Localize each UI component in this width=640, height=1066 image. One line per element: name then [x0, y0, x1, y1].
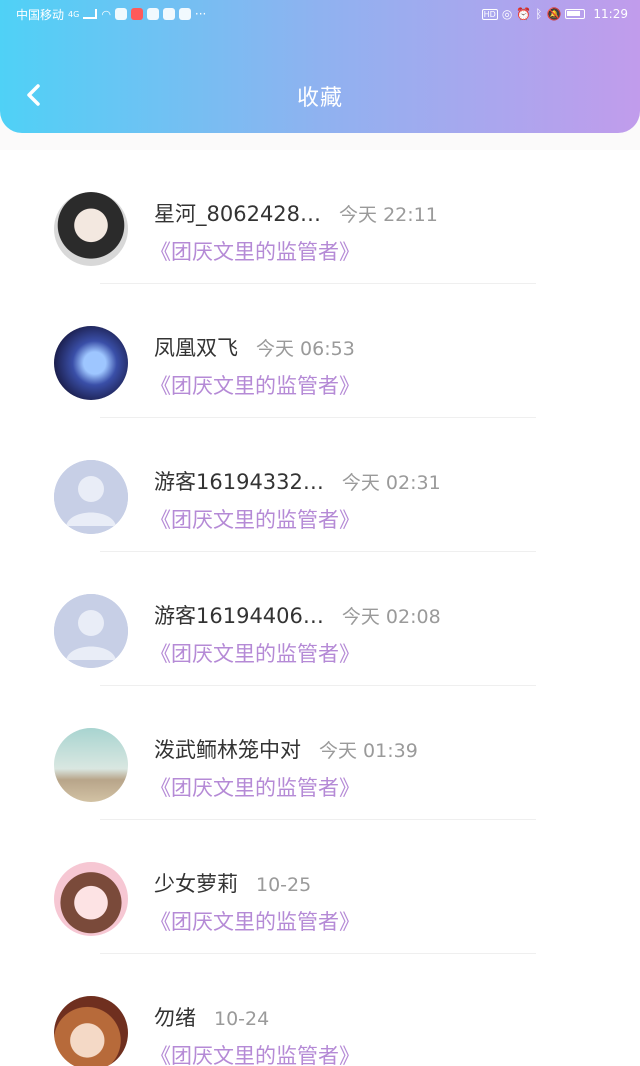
- avatar[interactable]: [54, 594, 128, 668]
- vibrate-icon: ◎: [501, 7, 513, 21]
- default-user-icon: [54, 460, 128, 534]
- list-item[interactable]: 少女萝莉 10-25 《团厌文里的监管者》: [0, 820, 640, 954]
- book-title[interactable]: 《团厌文里的监管者》: [150, 638, 360, 668]
- user-name: 游客16194332…: [154, 470, 324, 494]
- default-user-icon: [54, 594, 128, 668]
- favorites-list: 星河_8062428… 今天 22:11 《团厌文里的监管者》 凤凰双飞 今天 06…: [0, 150, 640, 1066]
- alarm-icon: ⏰: [516, 7, 532, 21]
- user-name: 泼武鲕林笼中对: [154, 738, 301, 762]
- app-icon: [114, 8, 127, 20]
- user-name: 星河_8062428…: [154, 202, 322, 226]
- page-title: 收藏: [296, 86, 343, 111]
- user-name: 少女萝莉: [154, 872, 238, 896]
- app-icon: [130, 8, 143, 20]
- list-item[interactable]: 游客16194332… 今天 02:31 《团厌文里的监管者》: [0, 418, 640, 552]
- clock: 11:29: [593, 7, 628, 21]
- app-icon: [178, 8, 191, 20]
- app-icon: [162, 8, 175, 20]
- status-bar: 中国移动 4G ◠ ··· HD ◎ ⏰ ᛒ 🔕 11:29: [0, 0, 640, 28]
- book-title[interactable]: 《团厌文里的监管者》: [150, 1040, 360, 1066]
- avatar[interactable]: [54, 862, 128, 936]
- list-item[interactable]: 星河_8062428… 今天 22:11 《团厌文里的监管者》: [0, 150, 640, 284]
- user-name: 凤凰双飞: [154, 336, 238, 360]
- timestamp: 今天 01:39: [319, 740, 418, 762]
- book-title[interactable]: 《团厌文里的监管者》: [150, 906, 360, 936]
- timestamp: 今天 06:53: [256, 338, 355, 360]
- user-name: 勿绪: [154, 1006, 196, 1030]
- list-item[interactable]: 游客16194406… 今天 02:08 《团厌文里的监管者》: [0, 552, 640, 686]
- timestamp: 今天 22:11: [339, 204, 438, 226]
- timestamp: 今天 02:31: [341, 472, 441, 494]
- header-bar: 中国移动 4G ◠ ··· HD ◎ ⏰ ᛒ 🔕 11:29 收藏: [0, 0, 640, 133]
- battery-icon: [565, 9, 586, 19]
- user-name: 游客16194406…: [154, 604, 324, 628]
- more-notifications-icon: ···: [194, 7, 207, 21]
- timestamp: 10-24: [214, 1008, 270, 1030]
- avatar[interactable]: [54, 192, 128, 266]
- book-title[interactable]: 《团厌文里的监管者》: [150, 370, 360, 400]
- wifi-icon: ◠: [101, 7, 111, 21]
- book-title[interactable]: 《团厌文里的监管者》: [150, 772, 360, 802]
- bluetooth-icon: ᛒ: [535, 7, 543, 21]
- hd-icon: HD: [481, 8, 498, 20]
- app-icon: [146, 8, 159, 20]
- avatar[interactable]: [54, 996, 128, 1066]
- signal-icon: [83, 9, 98, 19]
- timestamp: 10-25: [256, 874, 312, 896]
- book-title[interactable]: 《团厌文里的监管者》: [150, 236, 360, 266]
- carrier-label: 中国移动: [16, 7, 65, 22]
- avatar[interactable]: [54, 460, 128, 534]
- list-item[interactable]: 凤凰双飞 今天 06:53 《团厌文里的监管者》: [0, 284, 640, 418]
- book-title[interactable]: 《团厌文里的监管者》: [150, 504, 360, 534]
- avatar[interactable]: [54, 728, 128, 802]
- mute-icon: 🔕: [546, 7, 562, 21]
- list-item[interactable]: 勿绪 10-24 《团厌文里的监管者》: [0, 954, 640, 1066]
- network-label: 4G: [68, 9, 80, 19]
- avatar[interactable]: [54, 326, 128, 400]
- list-item[interactable]: 泼武鲕林笼中对 今天 01:39 《团厌文里的监管者》: [0, 686, 640, 820]
- timestamp: 今天 02:08: [341, 606, 441, 628]
